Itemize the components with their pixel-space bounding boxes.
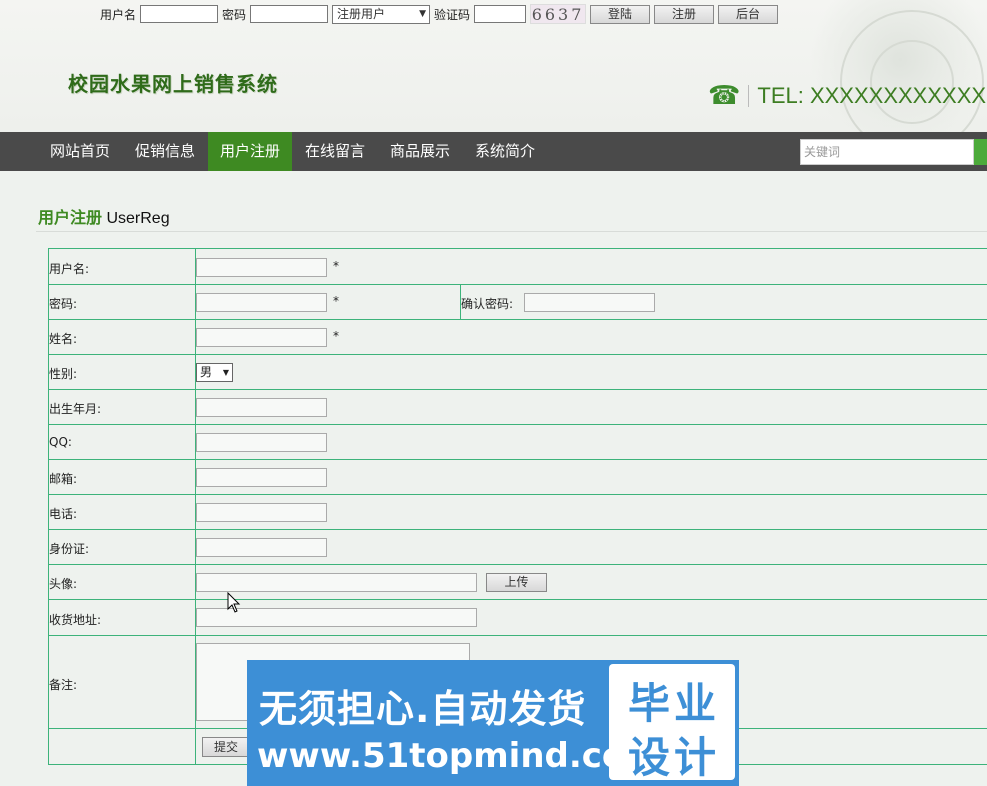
watermark-banner: 无须担心.自动发货 www.51topmind.com 毕业 设计 xyxy=(247,660,739,786)
watermark-badge-line1: 毕业 xyxy=(627,679,720,728)
chevron-down-icon: ▼ xyxy=(222,368,229,377)
form-row-password: 密码: * 确认密码: xyxy=(49,285,987,320)
watermark-url: www.51topmind.com xyxy=(257,736,661,776)
mouse-cursor-icon xyxy=(227,592,241,613)
tel-info: ☎ TEL: XXXXXXXXXXXX xyxy=(708,80,986,111)
admin-button[interactable]: 后台 xyxy=(718,4,779,24)
username-field-label: 用户名: xyxy=(49,262,90,276)
captcha-label: 验证码 xyxy=(434,7,471,22)
page-title-divider xyxy=(36,231,987,232)
nav-item-products[interactable]: 商品展示 xyxy=(378,132,462,171)
watermark-badge-line2: 设计 xyxy=(627,733,720,782)
nav-item-home[interactable]: 网站首页 xyxy=(38,132,122,171)
login-button[interactable]: 登陆 xyxy=(590,4,651,24)
form-row-name: 姓名: * xyxy=(49,320,987,355)
gender-select[interactable]: 男 ▼ xyxy=(196,363,233,382)
email-field[interactable] xyxy=(196,468,327,487)
page-title-cn: 用户注册 xyxy=(38,210,103,227)
nav-item-messages[interactable]: 在线留言 xyxy=(293,132,377,171)
main-nav: 网站首页 促销信息 用户注册 在线留言 商品展示 系统简介 关键词 xyxy=(0,132,987,171)
page-title-en: UserReg xyxy=(102,210,170,227)
birth-field[interactable] xyxy=(196,398,327,417)
phone-field-label: 电话: xyxy=(49,507,78,521)
gender-field-label: 性别: xyxy=(49,367,78,381)
tel-text: TEL: XXXXXXXXXXXX xyxy=(757,82,987,108)
required-mark: * xyxy=(333,329,339,343)
qq-field[interactable] xyxy=(196,433,327,452)
avatar-field-label: 头像: xyxy=(49,577,78,591)
form-row-phone: 电话: xyxy=(49,495,987,530)
gender-select-value: 男 xyxy=(200,365,213,379)
submit-button[interactable]: 提交 xyxy=(202,737,250,757)
form-row-gender: 性别: xyxy=(49,355,987,390)
password-field[interactable] xyxy=(196,293,327,312)
role-select-value: 注册用户 xyxy=(337,6,386,21)
role-select[interactable]: 注册用户 ▼ xyxy=(332,4,431,24)
search-input[interactable]: 关键词 xyxy=(800,139,974,165)
form-row-birth: 出生年月: xyxy=(49,390,987,425)
qq-field-label: QQ: xyxy=(49,435,72,449)
login-password-input[interactable] xyxy=(250,5,329,23)
required-mark: * xyxy=(333,294,339,308)
site-title: 校园水果网上销售系统 xyxy=(68,72,278,96)
name-field-label: 姓名: xyxy=(49,332,78,346)
birth-field-label: 出生年月: xyxy=(49,402,102,416)
page-title: 用户注册 UserReg xyxy=(38,204,170,228)
form-row-email: 邮箱: xyxy=(49,460,987,495)
phone-field[interactable] xyxy=(196,503,327,522)
avatar-field[interactable] xyxy=(196,573,477,592)
confirm-password-field[interactable] xyxy=(524,293,655,312)
required-mark: * xyxy=(333,259,339,273)
watermark-badge: 毕业 设计 xyxy=(609,664,735,782)
username-label: 用户名 xyxy=(100,7,137,22)
password-field-label: 密码: xyxy=(49,297,78,311)
password-label: 密码 xyxy=(222,7,247,22)
username-field[interactable] xyxy=(196,258,327,277)
name-field[interactable] xyxy=(196,328,327,347)
form-row-idcard: 身份证: xyxy=(49,530,987,565)
form-row-address: 收货地址: xyxy=(49,600,987,636)
form-row-username: 用户名: * xyxy=(49,249,987,285)
search-button[interactable] xyxy=(974,139,987,165)
watermark-line1: 无须担心.自动发货 xyxy=(259,687,587,731)
captcha-input[interactable] xyxy=(474,5,527,23)
register-button[interactable]: 注册 xyxy=(654,4,715,24)
idcard-field-label: 身份证: xyxy=(49,542,90,556)
phone-icon: ☎ xyxy=(708,80,741,110)
email-field-label: 邮箱: xyxy=(49,472,78,486)
remark-field-label: 备注: xyxy=(49,678,78,692)
confirm-password-label: 确认密码: xyxy=(461,297,514,311)
login-bar: 用户名 密码 注册用户 ▼ 验证码 6637 登陆 注册 后台 xyxy=(100,3,779,25)
nav-item-register[interactable]: 用户注册 xyxy=(208,132,292,171)
idcard-field[interactable] xyxy=(196,538,327,557)
nav-item-about[interactable]: 系统简介 xyxy=(463,132,547,171)
form-row-qq: QQ: xyxy=(49,425,987,460)
tel-separator xyxy=(748,84,750,107)
upload-button[interactable]: 上传 xyxy=(486,573,547,592)
captcha-image[interactable]: 6637 xyxy=(530,4,587,24)
login-username-input[interactable] xyxy=(140,5,219,23)
chevron-down-icon: ▼ xyxy=(419,8,427,19)
header: 用户名 密码 注册用户 ▼ 验证码 6637 登陆 注册 后台 校园水果网上销售… xyxy=(0,0,987,132)
nav-item-promotions[interactable]: 促销信息 xyxy=(123,132,207,171)
address-field-label: 收货地址: xyxy=(49,613,102,627)
